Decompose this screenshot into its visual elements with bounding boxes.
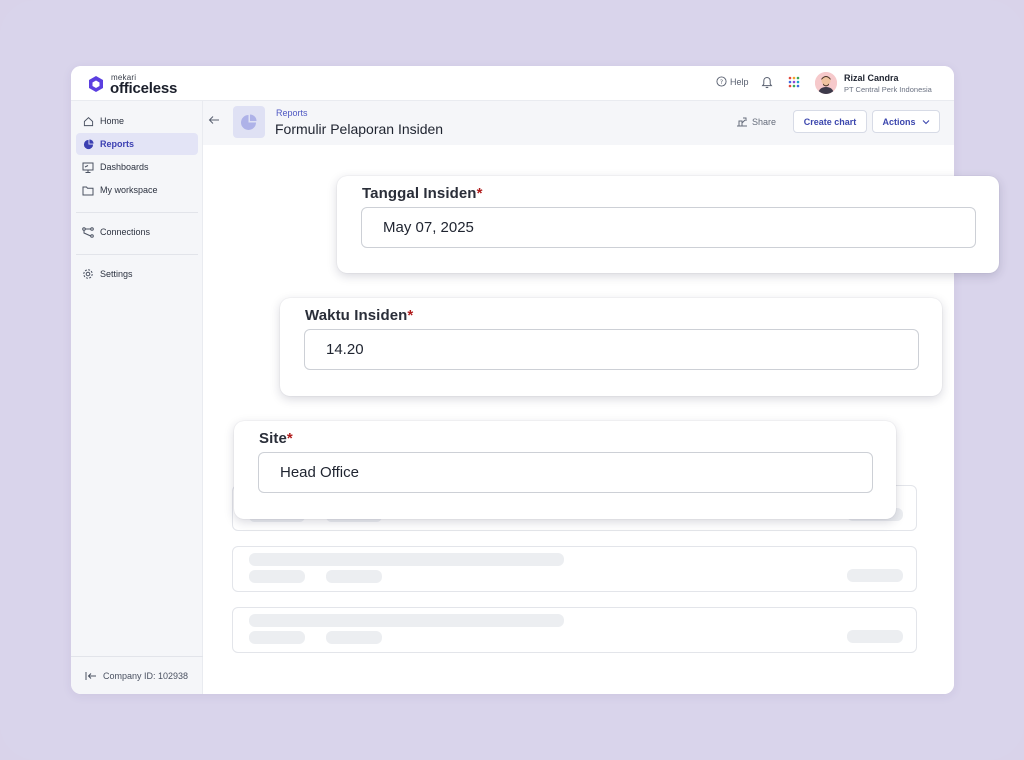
- folder-icon: [76, 185, 100, 196]
- required-mark: *: [407, 307, 414, 324]
- sidebar-item-home[interactable]: Home: [76, 110, 198, 132]
- field-card-tanggal-insiden: Tanggal Insiden* May 07, 2025: [337, 176, 999, 273]
- sidebar-item-settings[interactable]: Settings: [76, 263, 198, 285]
- home-icon: [76, 116, 100, 127]
- dashboard-icon: [76, 162, 100, 173]
- sidebar-item-label: Connections: [100, 227, 151, 237]
- actions-dropdown[interactable]: Actions: [872, 110, 940, 133]
- help-icon: ?: [716, 76, 727, 87]
- skeleton-bar: [249, 631, 305, 644]
- field-label: Site*: [259, 430, 293, 447]
- user-organization: PT Central Perk Indonesia: [844, 85, 932, 94]
- company-id-footer[interactable]: Company ID: 102938: [71, 656, 203, 694]
- sidebar-item-label: Dashboards: [100, 162, 149, 172]
- breadcrumb[interactable]: Reports: [276, 108, 308, 118]
- field-label-text: Site: [259, 430, 287, 447]
- sidebar-item-label: Reports: [100, 139, 135, 149]
- field-label: Waktu Insiden*: [305, 307, 413, 324]
- sidebar-item-my-workspace[interactable]: My workspace: [76, 179, 198, 201]
- help-button[interactable]: ? Help: [716, 76, 749, 87]
- sidebar-divider: [76, 212, 198, 213]
- company-id: Company ID: 102938: [103, 670, 189, 681]
- connections-icon: [76, 226, 100, 238]
- sidebar-item-label: My workspace: [100, 185, 158, 195]
- share-label: Share: [752, 116, 777, 127]
- pie-chart-icon: [76, 138, 100, 150]
- skeleton-bar: [249, 553, 564, 566]
- sidebar-item-dashboards[interactable]: Dashboards: [76, 156, 198, 178]
- sidebar-item-label: Home: [100, 116, 125, 126]
- brand-name: officeless: [110, 80, 178, 97]
- sidebar-item-reports[interactable]: Reports: [76, 133, 198, 155]
- skeleton-bar: [847, 569, 903, 582]
- bell-icon[interactable]: [761, 76, 773, 89]
- logo-mark-icon: [89, 76, 103, 92]
- create-chart-button[interactable]: Create chart: [793, 110, 867, 133]
- time-input[interactable]: 14.20: [304, 329, 919, 370]
- svg-text:?: ?: [720, 78, 723, 86]
- time-value: 14.20: [326, 341, 364, 358]
- sidebar: Home Reports Dashboards My workspace Con…: [71, 101, 203, 694]
- skeleton-row: [232, 607, 917, 653]
- page-title: Formulir Pelaporan Insiden: [275, 121, 444, 137]
- sidebar-item-connections[interactable]: Connections: [76, 221, 198, 243]
- field-card-site: Site* Head Office: [234, 421, 896, 519]
- field-card-waktu-insiden: Waktu Insiden* 14.20: [280, 298, 942, 396]
- skeleton-bar: [326, 631, 382, 644]
- help-label: Help: [730, 76, 749, 87]
- required-mark: *: [286, 430, 293, 447]
- gear-icon: [76, 268, 100, 280]
- sidebar-item-label: Settings: [100, 269, 133, 279]
- share-icon: [737, 117, 747, 127]
- skeleton-bar: [249, 614, 564, 627]
- avatar-icon: [815, 72, 837, 94]
- page-header: Reports Formulir Pelaporan Insiden Share…: [203, 101, 954, 145]
- skeleton-bar: [326, 570, 382, 583]
- skeleton-bar: [249, 570, 305, 583]
- field-label: Tanggal Insiden*: [362, 185, 483, 202]
- report-type-icon: [233, 106, 265, 138]
- brand-logo[interactable]: mekari officeless: [87, 73, 207, 97]
- user-avatar[interactable]: [815, 72, 837, 94]
- sidebar-divider: [76, 254, 198, 255]
- app-grid-icon[interactable]: [788, 76, 800, 88]
- date-value: May 07, 2025: [383, 219, 474, 236]
- share-button[interactable]: Share: [736, 116, 776, 127]
- site-value: Head Office: [280, 464, 359, 481]
- skeleton-bar: [847, 630, 903, 643]
- user-name: Rizal Candra: [844, 73, 899, 83]
- field-label-text: Waktu Insiden: [305, 307, 408, 324]
- site-input[interactable]: Head Office: [258, 452, 873, 493]
- skeleton-row: [232, 546, 917, 592]
- date-input[interactable]: May 07, 2025: [361, 207, 976, 248]
- field-label-text: Tanggal Insiden: [362, 185, 477, 202]
- chevron-down-icon: [922, 119, 929, 124]
- collapse-sidebar-icon: [85, 671, 96, 680]
- required-mark: *: [476, 185, 483, 202]
- top-bar: mekari officeless ? Help Rizal Candra PT…: [71, 66, 954, 101]
- back-arrow-icon[interactable]: [208, 115, 220, 125]
- pie-chart-icon: [241, 114, 257, 130]
- create-chart-label: Create chart: [803, 116, 857, 127]
- actions-label: Actions: [882, 116, 916, 127]
